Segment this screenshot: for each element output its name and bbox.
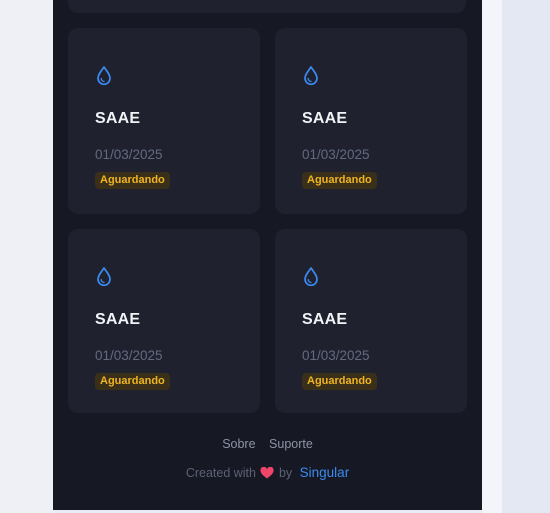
- water-drop-icon: [95, 65, 113, 87]
- bill-card[interactable]: SAAE 01/03/2025 Aguardando: [68, 28, 260, 214]
- status-badge: Aguardando: [302, 172, 377, 189]
- previous-card[interactable]: [68, 0, 466, 13]
- status-badge: Aguardando: [95, 373, 170, 390]
- credit-prefix: Created with: [185, 466, 256, 480]
- app-container: SAAE 01/03/2025 Aguardando SAAE 01/03/20…: [53, 0, 482, 510]
- card-date: 01/03/2025: [302, 147, 370, 162]
- card-title: SAAE: [302, 110, 348, 127]
- card-date: 01/03/2025: [95, 348, 163, 363]
- card-date: 01/03/2025: [302, 348, 370, 363]
- bill-card[interactable]: SAAE 01/03/2025 Aguardando: [275, 28, 467, 214]
- card-title: SAAE: [95, 110, 141, 127]
- status-badge: Aguardando: [95, 172, 170, 189]
- footer-link-suporte[interactable]: Suporte: [269, 437, 313, 451]
- footer-credit: Created with by Singular: [53, 465, 482, 482]
- brand-link[interactable]: Singular: [300, 465, 350, 480]
- bill-card[interactable]: SAAE 01/03/2025 Aguardando: [275, 229, 467, 413]
- water-drop-icon: [95, 266, 113, 288]
- card-title: SAAE: [95, 311, 141, 328]
- status-badge: Aguardando: [302, 373, 377, 390]
- footer-link-sobre[interactable]: Sobre: [222, 437, 255, 451]
- heart-icon: [260, 466, 275, 482]
- bill-card[interactable]: SAAE 01/03/2025 Aguardando: [68, 229, 260, 413]
- card-title: SAAE: [302, 311, 348, 328]
- card-date: 01/03/2025: [95, 147, 163, 162]
- credit-by: by: [278, 466, 293, 480]
- page-edge: [502, 0, 550, 513]
- water-drop-icon: [302, 266, 320, 288]
- page-margin-left: [0, 0, 53, 513]
- footer-links: Sobre Suporte: [53, 437, 482, 451]
- water-drop-icon: [302, 65, 320, 87]
- page-margin-right: [482, 0, 502, 513]
